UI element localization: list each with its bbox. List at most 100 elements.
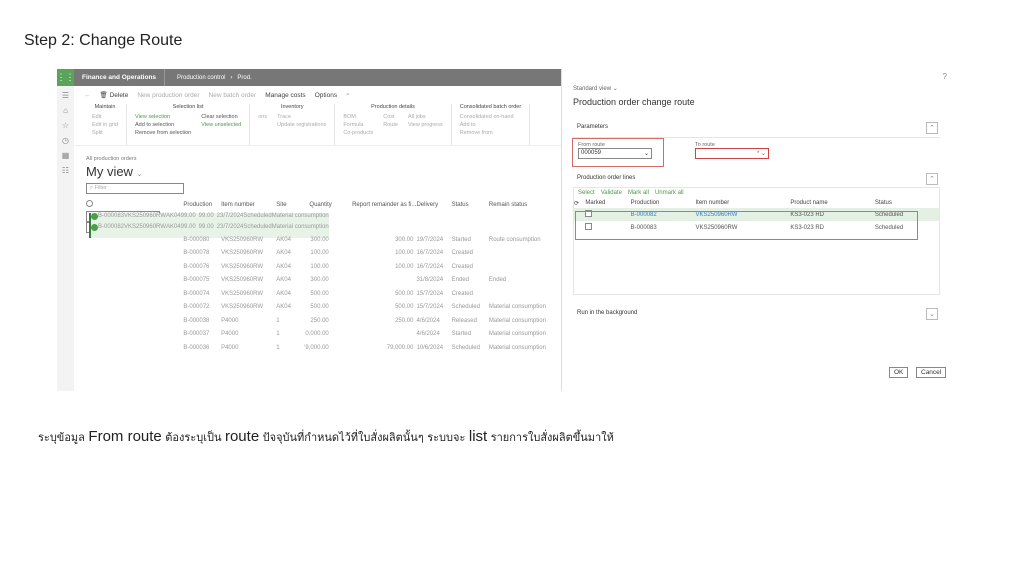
search-icon[interactable]: ⌕ <box>346 91 350 99</box>
view-selector[interactable]: Standard view ⌄ <box>573 85 618 92</box>
clock-icon[interactable]: ◷ <box>62 136 69 145</box>
ribbon-item[interactable]: Formula <box>343 121 373 129</box>
column-header[interactable]: Product name <box>790 198 874 208</box>
chevron-up-icon[interactable]: ⌃ <box>926 122 938 134</box>
app-launcher-icon[interactable]: ⋮⋮ <box>57 69 75 86</box>
ok-button[interactable]: OK <box>889 367 909 378</box>
home-icon[interactable]: ⌂ <box>63 106 68 115</box>
ribbon-item[interactable]: Route <box>383 121 398 129</box>
row-selector[interactable] <box>86 314 183 328</box>
lines-section-header[interactable]: Production order lines ⌃ <box>573 171 940 187</box>
ribbon-item[interactable]: Split <box>92 129 118 137</box>
workspace-icon[interactable]: ▦ <box>62 151 70 160</box>
help-icon[interactable]: ? <box>943 72 947 81</box>
table-row[interactable]: B-000036 P4000 1 '9,000.00 79,000.00 10/6/202… <box>86 341 561 355</box>
cell-prod[interactable]: B-000076 <box>183 260 221 274</box>
table-row[interactable]: B-000037 P4000 1 0,000.00 4/6/2024 Started Mat… <box>86 328 561 342</box>
back-icon[interactable]: ← <box>84 92 91 99</box>
column-header[interactable]: Site <box>276 198 295 211</box>
table-row[interactable]: B-000082 VKS250960RW AK04 99.00 99.00 23/7/20… <box>86 222 329 238</box>
cell-prod[interactable]: B-000078 <box>183 247 221 261</box>
column-header[interactable]: Status <box>875 198 939 208</box>
ribbon-item[interactable]: Add to selection <box>135 121 191 129</box>
ribbon-item[interactable]: View unselected <box>201 121 241 129</box>
table-row[interactable]: B-000038 P4000 1 250.00 250.00 4/6/2024 Releas… <box>86 314 561 328</box>
row-selector[interactable] <box>89 224 98 238</box>
table-row[interactable]: B-000074 VKS250960RW AK04 500.00 500.00 15/7/… <box>86 287 561 301</box>
line-action-button[interactable]: Unmark all <box>655 190 684 196</box>
column-header[interactable]: Report remainder as fi... <box>332 198 416 211</box>
cell-status: Scheduled <box>451 304 480 311</box>
table-row[interactable]: B-000078 VKS250960RW AK04 100.00 100.00 16/7/… <box>86 247 561 261</box>
cell-prod[interactable]: B-000036 <box>183 341 221 355</box>
options-tab[interactable]: Options <box>315 92 337 99</box>
row-selector[interactable] <box>86 287 183 301</box>
to-route-select[interactable]: * ⌄ <box>695 148 769 159</box>
column-header[interactable]: Item number <box>221 198 276 211</box>
hamburger-icon[interactable]: ☰ <box>62 91 69 100</box>
column-header[interactable]: Delivery <box>416 198 451 211</box>
table-row[interactable]: B-000072 VKS250960RW AK04 500.00 500.00 15/7/… <box>86 301 561 315</box>
view-selector[interactable]: My view ⌄ <box>86 164 561 179</box>
table-row[interactable]: B-000075 VKS250960RW AK04 300.00 31/8/2024 En… <box>86 274 561 288</box>
ribbon-item[interactable]: Clear selection <box>201 113 241 121</box>
column-header[interactable]: Item number <box>696 198 791 208</box>
column-header[interactable]: Marked <box>585 198 630 208</box>
refresh-icon[interactable]: ⟳ <box>574 198 585 208</box>
column-header[interactable]: Status <box>452 198 489 211</box>
breadcrumb-item[interactable]: Prod. <box>237 75 251 81</box>
ribbon-item[interactable]: Remove from <box>460 129 514 137</box>
cell-prod[interactable]: B-000038 <box>183 314 221 328</box>
manage-costs-tab[interactable]: Manage costs <box>265 92 305 99</box>
breadcrumb-item[interactable]: Production control <box>177 75 225 81</box>
ribbon-item[interactable]: Co-products <box>343 129 373 137</box>
line-action-button[interactable]: Select <box>578 190 595 196</box>
line-action-button[interactable]: Mark all <box>628 190 649 196</box>
cell-prod[interactable]: B-000082 <box>98 224 125 238</box>
ribbon-group: Production details BOM Formula Co-products C… <box>335 104 452 145</box>
cell-prod[interactable]: B-000075 <box>183 274 221 288</box>
ribbon-item[interactable]: Remove from selection <box>135 129 191 137</box>
table-row[interactable]: B-000083 VKS250960RW AK04 99.00 99.00 23/7/20… <box>86 211 329 227</box>
background-section-header[interactable]: Run in the background ⌄ <box>573 306 940 324</box>
row-selector[interactable] <box>86 274 183 288</box>
new-production-order-button[interactable]: New production order <box>137 92 199 99</box>
modules-icon[interactable]: ☷ <box>62 166 69 175</box>
ribbon-item[interactable]: Trace <box>277 113 326 121</box>
cancel-button[interactable]: Cancel <box>916 367 947 378</box>
ribbon-item[interactable]: Add to <box>460 121 514 129</box>
ribbon-item[interactable]: Edit in grid <box>92 121 118 129</box>
star-icon[interactable]: ☆ <box>62 121 69 130</box>
column-header[interactable]: Remain status <box>489 198 561 211</box>
ribbon-item[interactable]: View selection <box>135 113 191 121</box>
cell-prod[interactable]: B-000072 <box>183 301 221 315</box>
column-header[interactable]: Production <box>183 198 221 211</box>
delete-button[interactable]: 🗑 Delete <box>100 91 129 99</box>
line-action-button[interactable]: Validate <box>601 190 622 196</box>
row-selector[interactable] <box>86 341 183 355</box>
ribbon-item[interactable]: ons <box>258 113 267 121</box>
ribbon-item[interactable]: Cost <box>383 113 398 121</box>
column-header[interactable]: Quantity <box>296 198 331 211</box>
ribbon-item[interactable]: All jobs <box>408 113 443 121</box>
column-header[interactable]: Production <box>631 198 696 208</box>
ribbon-item[interactable]: View progress <box>408 121 443 129</box>
row-selector[interactable] <box>86 301 183 315</box>
select-all-checkbox[interactable] <box>86 198 183 211</box>
row-selector[interactable] <box>86 247 183 261</box>
row-selector[interactable] <box>86 260 183 274</box>
ribbon-item[interactable]: BOM <box>343 113 373 121</box>
ribbon-item[interactable]: Consolidated on-hand <box>460 113 514 121</box>
cell-prod[interactable]: B-000074 <box>183 287 221 301</box>
new-batch-order-button[interactable]: New batch order <box>209 92 257 99</box>
ribbon-item[interactable]: Update registrations <box>277 121 326 129</box>
chevron-down-icon[interactable]: ⌄ <box>926 308 938 320</box>
filter-input[interactable]: ⌕ Filter <box>86 183 184 194</box>
chevron-up-icon[interactable]: ⌃ <box>926 173 938 185</box>
cell-prod[interactable]: B-000037 <box>183 328 221 342</box>
ribbon-item[interactable]: Edit <box>92 113 118 121</box>
cell-rem: 500.00 <box>395 304 414 311</box>
parameters-section-header[interactable]: Parameters ⌃ <box>573 120 940 138</box>
row-selector[interactable] <box>86 328 183 342</box>
table-row[interactable]: B-000076 VKS250960RW AK04 100.00 100.00 16/7/… <box>86 260 561 274</box>
